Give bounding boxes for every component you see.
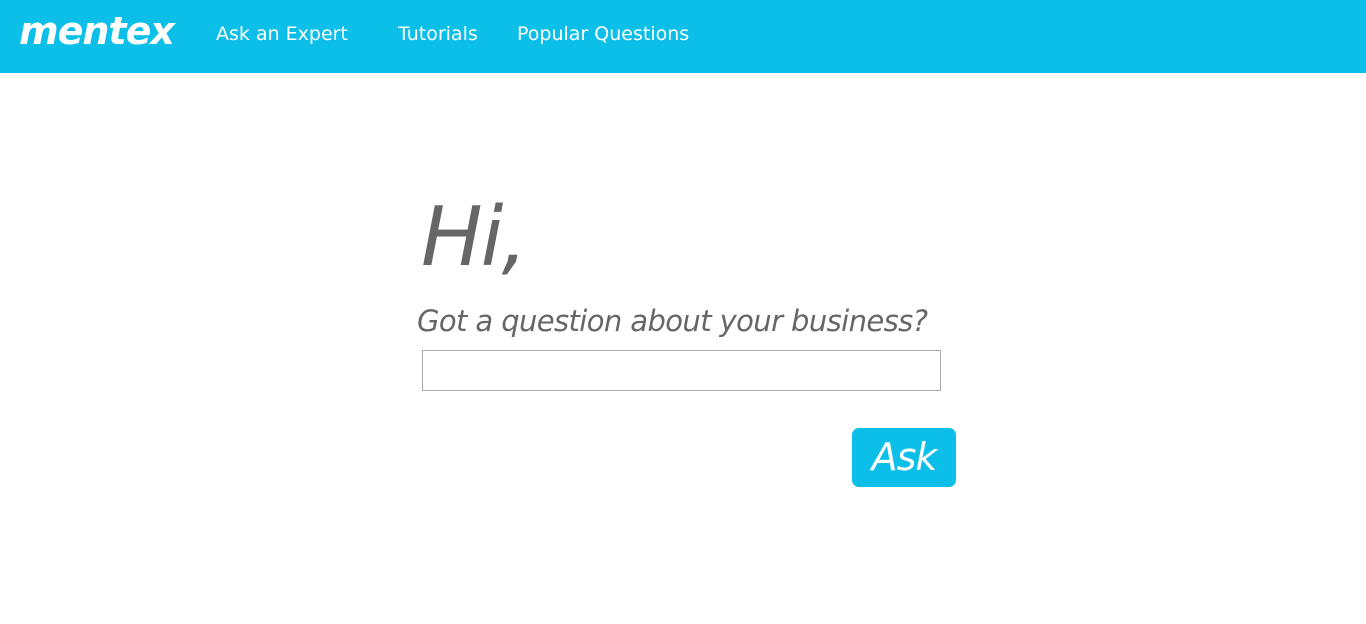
nav-tutorials[interactable]: Tutorials [398, 22, 478, 46]
mentex-logo[interactable]: mentex [19, 5, 175, 57]
question-prompt: Got a question about your business? [417, 304, 928, 338]
question-input[interactable] [422, 350, 941, 391]
top-nav-bar: mentex Ask an Expert Tutorials Popular Q… [0, 0, 1366, 73]
nav-popular-questions[interactable]: Popular Questions [517, 22, 689, 46]
nav-ask-an-expert[interactable]: Ask an Expert [216, 22, 348, 46]
ask-button[interactable]: Ask [852, 428, 956, 487]
greeting-heading: Hi, [421, 190, 528, 285]
